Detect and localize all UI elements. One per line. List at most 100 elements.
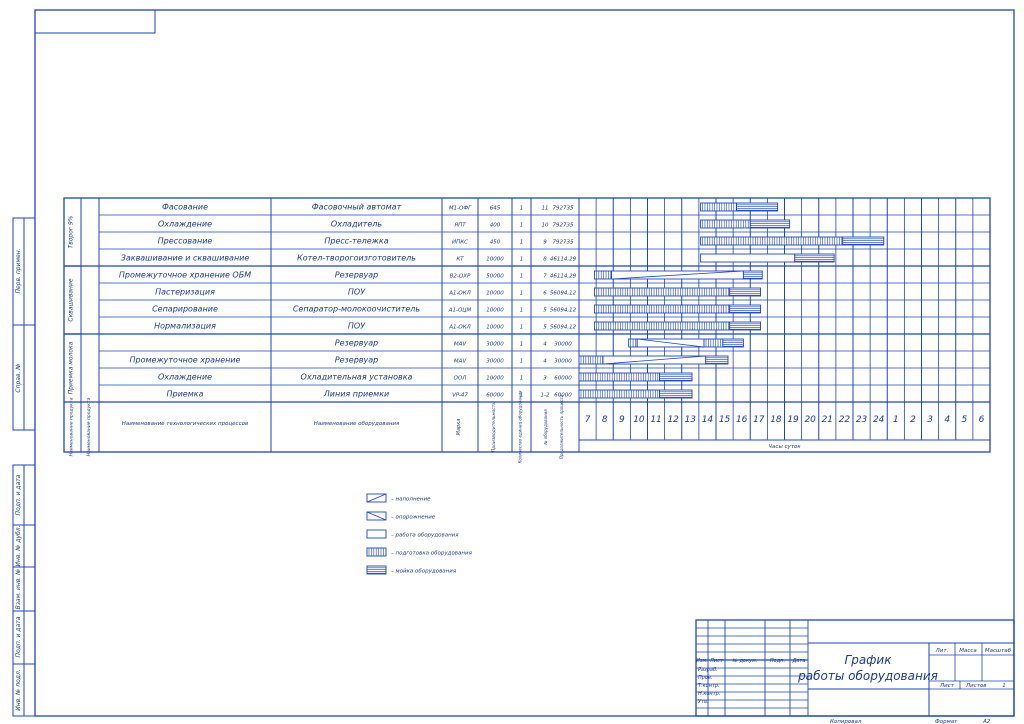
equipment-number: 1-2 (541, 393, 550, 399)
hour-label: 13 (685, 415, 697, 425)
equipment-name: Резервуар (335, 356, 378, 365)
header-number: № оборудования (543, 409, 548, 446)
group-label: Приемка молока (68, 341, 75, 394)
side-stamp-label: Инв. № дубл. (15, 525, 22, 566)
equipment-mark: ЯПТ (453, 223, 466, 229)
equipment-qty: 1 (520, 291, 524, 297)
side-stamp-label: Подп. и дата (15, 616, 22, 657)
hour-label: 20 (804, 415, 816, 425)
gantt-bar-fill (611, 270, 744, 280)
legend-swatch-prep (366, 547, 387, 557)
header-group: Наименование продукта (69, 397, 75, 456)
stamp-mass: Масса (959, 648, 977, 654)
hour-label: 19 (787, 415, 799, 425)
equipment-capacity: 450 (490, 240, 501, 246)
gantt-bar-wash (742, 270, 763, 280)
equipment-mark: А1-ОЦМ (448, 308, 472, 314)
process-name: Фасование (162, 203, 208, 212)
hour-label: 7 (585, 415, 591, 425)
side-stamp-label: Перв. примен. (15, 248, 22, 293)
gantt-bar-wash (722, 338, 744, 348)
equipment-number: 5 (543, 325, 547, 331)
legend-label: – мойка оборудования (391, 569, 457, 575)
equipment-name: ПОУ (348, 322, 366, 331)
legend-label: – подготовка оборудования (391, 551, 473, 557)
gantt-bar-work (700, 253, 796, 263)
equipment-number: 5 (543, 308, 547, 314)
process-name: Промежуточное хранение ОБМ (119, 271, 251, 280)
equipment-number: 4 (543, 359, 547, 365)
equipment-mark: ИПКС (452, 240, 468, 246)
equipment-mark: ООЛ (454, 376, 467, 382)
gantt-bar-wash (659, 389, 693, 399)
header-duration: Продолжительность процесса (559, 394, 564, 459)
hour-label: 6 (979, 415, 985, 425)
equipment-name: Линия приемки (323, 390, 390, 399)
stamp-sheets: Листов (965, 683, 987, 689)
stamp-scale: Масштаб (985, 648, 1012, 654)
equipment-capacity: 60000 (486, 393, 504, 399)
equipment-number: 8 (543, 257, 547, 263)
equipment-qty: 1 (520, 308, 524, 314)
equipment-qty: 1 (520, 376, 524, 382)
equipment-qty: 1 (520, 240, 524, 246)
equipment-name: Котел-творогоизготовитель (297, 254, 416, 263)
equipment-name: Резервуар (335, 339, 378, 348)
equipment-number: 9 (543, 240, 547, 246)
gantt-bar-prep (593, 304, 731, 314)
gantt-bar-wash (729, 321, 761, 331)
equipment-qty: 1 (520, 325, 524, 331)
gantt-bar-wash (736, 202, 779, 212)
stamp-lit: Лит. (935, 648, 949, 654)
header-equipment: Наименование оборудования (314, 421, 400, 427)
gantt-bar-wash (842, 236, 885, 246)
title-block: Изм. Лист № докум. Подп. ДатаРазраб.Пров.Т.к… (695, 619, 1015, 724)
legend: – наполнение – опорожнение – работа оборуд… (366, 493, 473, 575)
hour-label: 12 (667, 415, 679, 425)
legend-swatch-wash (366, 565, 387, 575)
process-name: Охлаждение (158, 220, 212, 229)
legend-label: – опорожнение (391, 515, 436, 521)
legend-label: – наполнение (391, 497, 431, 503)
process-duration: 792735 (553, 223, 574, 229)
equipment-capacity: 30000 (486, 342, 504, 348)
stamp-role: Разраб. (698, 667, 718, 673)
equipment-capacity: 30000 (486, 359, 504, 365)
process-duration: 56094,12 (550, 308, 577, 314)
gantt-bar-wash (729, 304, 761, 314)
hour-label: 17 (753, 415, 765, 425)
process-name: Нормализация (154, 322, 216, 331)
group-label: Творог 9% (68, 215, 75, 248)
equipment-number: 3 (543, 376, 547, 382)
process-duration: 56094,12 (550, 291, 577, 297)
equipment-mark: М1-ОФГ (449, 206, 472, 212)
drawing-title: График (845, 653, 893, 667)
equipment-capacity: 400 (490, 223, 501, 229)
side-stamp-label: Подп. и дата (15, 474, 22, 515)
equipment-capacity: 10000 (486, 325, 504, 331)
stamp-sheets-count: 1 (1002, 683, 1006, 689)
stamp-col-header: № докум. (732, 658, 758, 664)
equipment-capacity: 10000 (486, 376, 504, 382)
stamp-col-header: Дата (792, 658, 806, 664)
stamp-sheet: Лист (939, 683, 955, 689)
legend-swatch-fill (366, 493, 387, 503)
gantt-bar-prep (703, 338, 724, 348)
footer-copied: Копировал (830, 719, 862, 724)
stamp-col-header: Лист (709, 658, 724, 664)
equipment-number: 10 (542, 223, 549, 229)
header-capacity: Производительность (491, 402, 497, 452)
hour-label: 5 (961, 415, 967, 425)
equipment-number: 11 (542, 206, 549, 212)
hour-label: 11 (650, 415, 661, 425)
group-label: Сквашивание (68, 278, 75, 321)
equipment-name: Фасовочный автомат (312, 203, 402, 212)
hour-label: 23 (856, 415, 868, 425)
equipment-capacity: 50000 (486, 274, 504, 280)
equipment-capacity: 645 (490, 206, 501, 212)
process-duration: 60000 (554, 376, 572, 382)
process-duration: 30000 (554, 342, 572, 348)
gantt-bar-prep (593, 321, 731, 331)
gantt-bar-prep (700, 202, 738, 212)
equipment-capacity: 10000 (486, 291, 504, 297)
